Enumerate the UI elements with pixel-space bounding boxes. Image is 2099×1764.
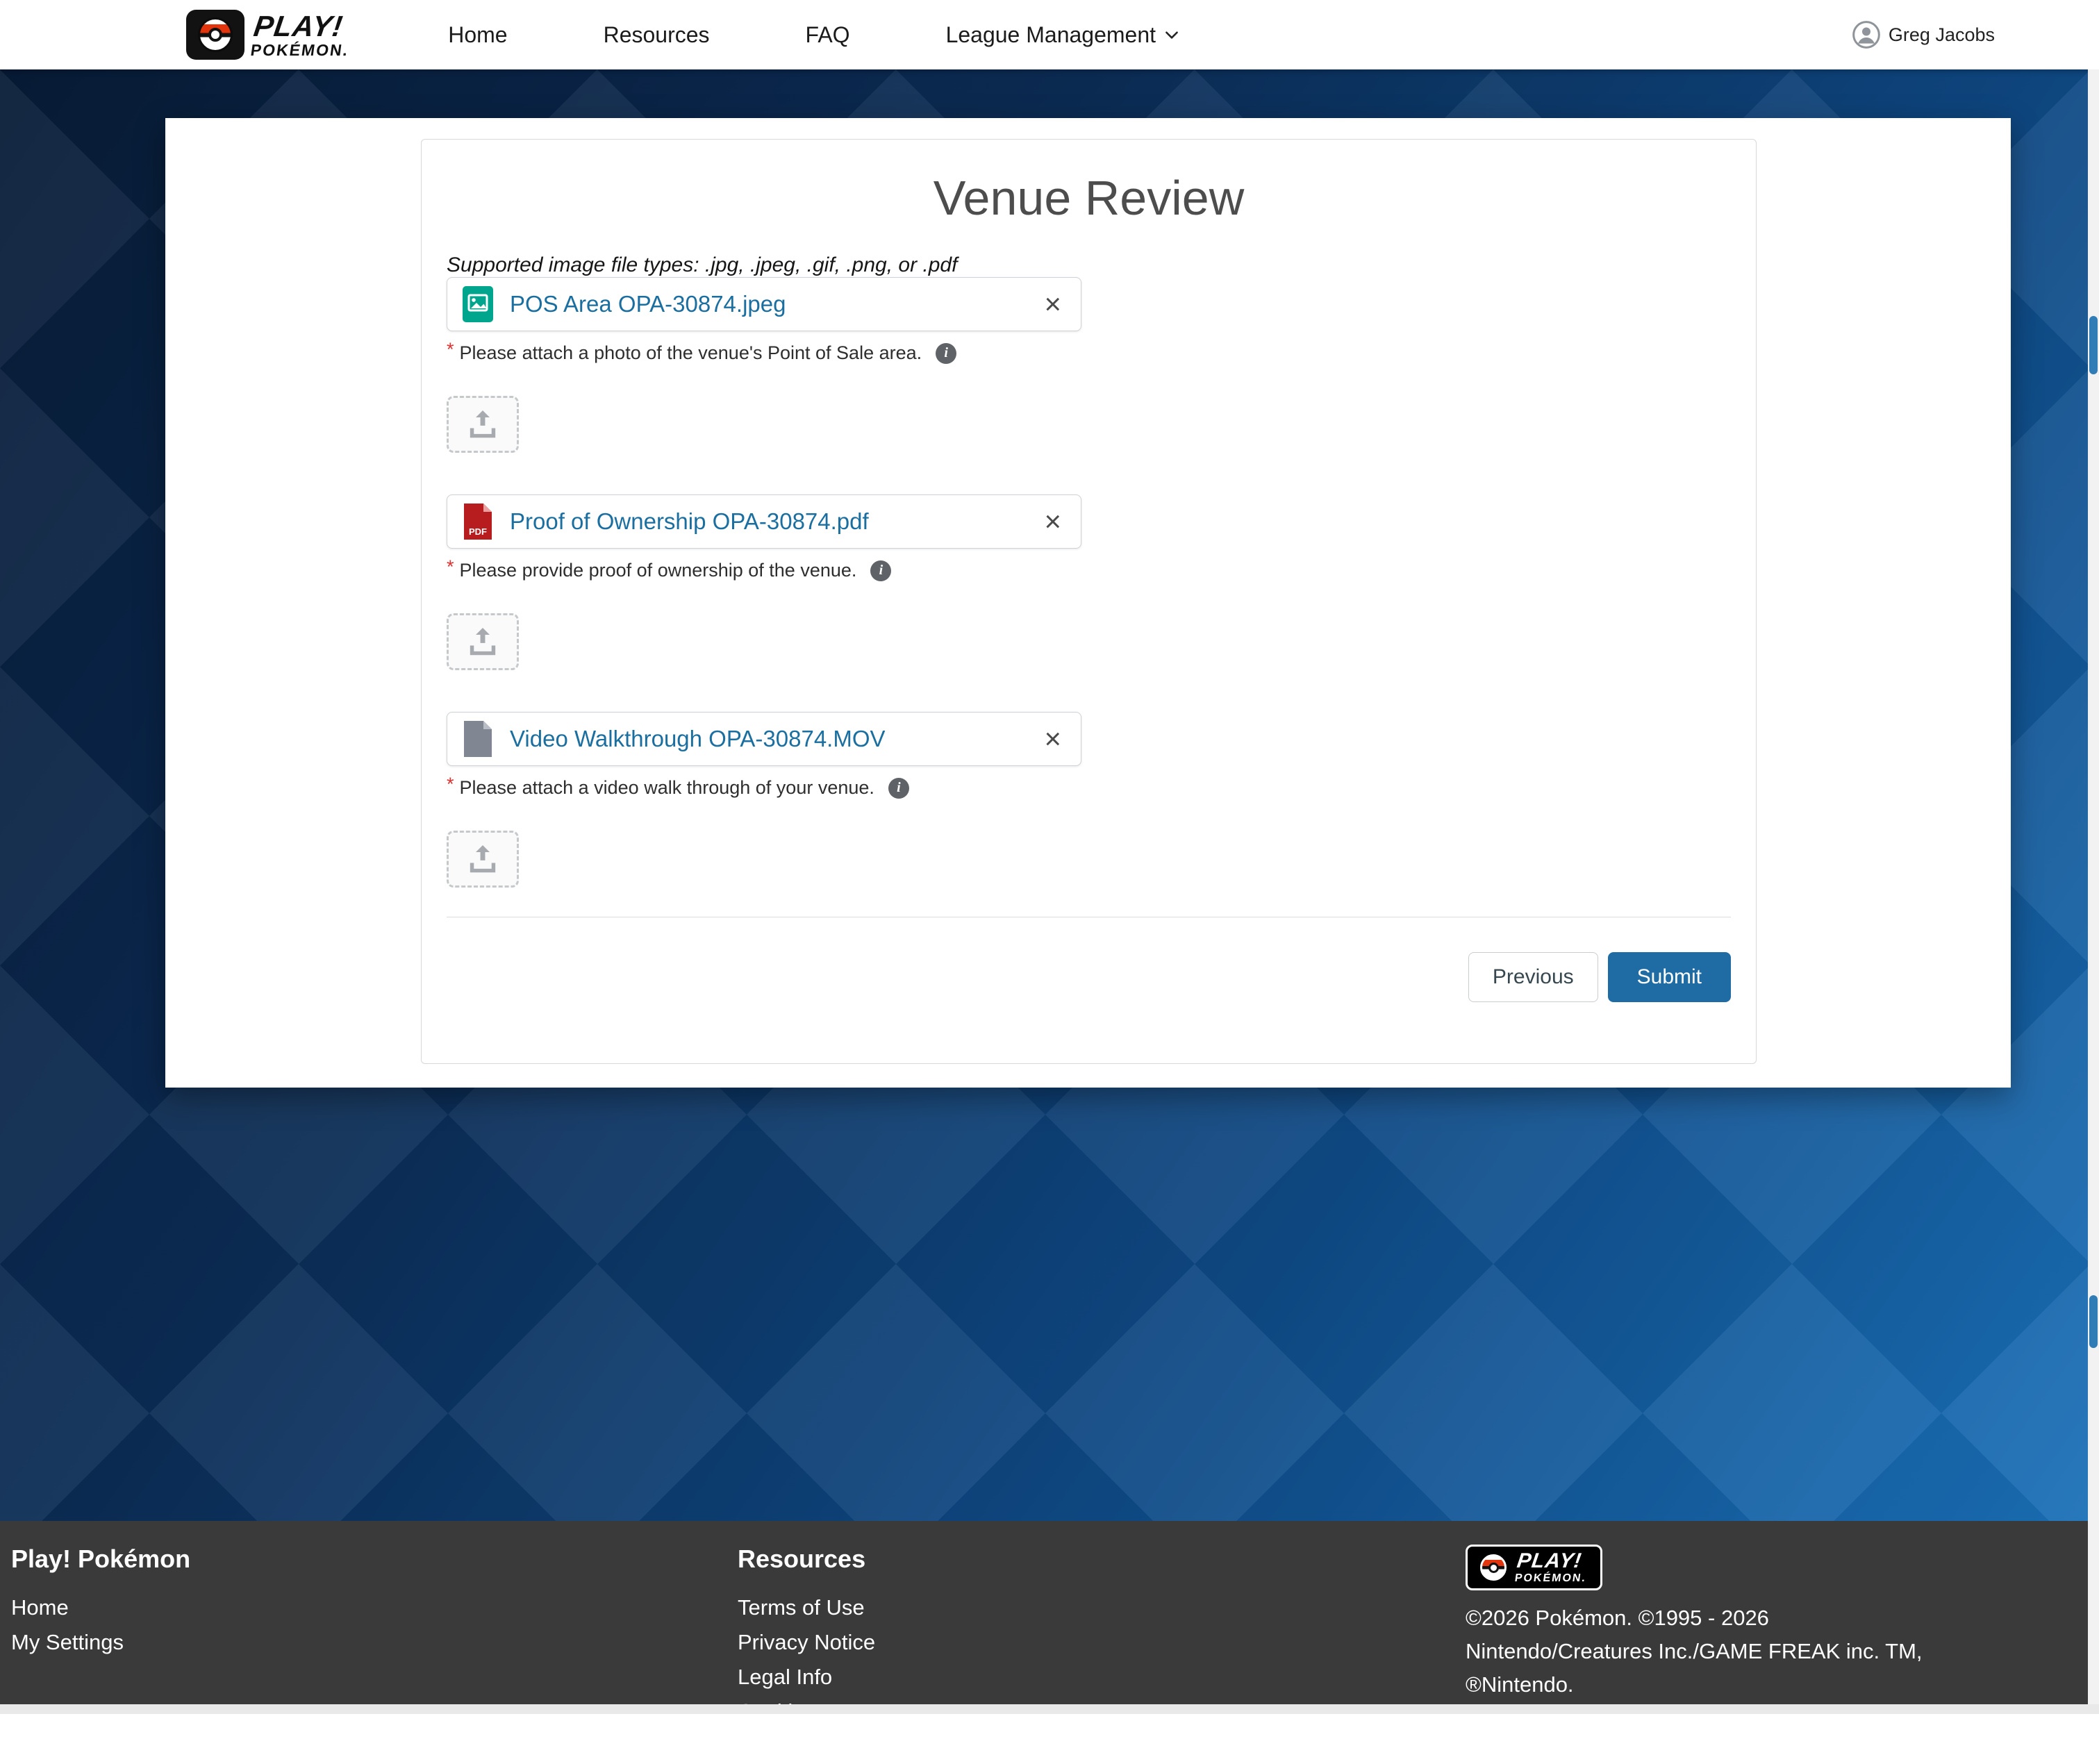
chevron-down-icon (1163, 26, 1181, 44)
upload-icon (467, 628, 498, 656)
svg-text:PDF: PDF (469, 526, 487, 537)
upload-dropzone[interactable] (447, 831, 519, 888)
info-icon[interactable]: i (870, 560, 891, 581)
footer-link-legal-info[interactable]: Legal Info (738, 1660, 1466, 1695)
remove-file-button[interactable]: × (1040, 724, 1065, 754)
user-name: Greg Jacobs (1889, 24, 1995, 46)
caption-row: * Please attach a video walk through of … (447, 777, 1731, 799)
copyright-text: ©2026 Pokémon. ©1995 - 2026 Nintendo/Cre… (1466, 1601, 2099, 1701)
upload-dropzone[interactable] (447, 396, 519, 453)
image-file-icon (463, 286, 493, 322)
file-link[interactable]: POS Area OPA-30874.jpeg (510, 291, 786, 317)
file-chip-proof-of-ownership: PDF Proof of Ownership OPA-30874.pdf × (447, 494, 1081, 549)
footer-link-terms-of-use[interactable]: Terms of Use (738, 1590, 1466, 1625)
footer-col1-title: Play! Pokémon (11, 1545, 738, 1574)
remove-file-button[interactable]: × (1040, 290, 1065, 319)
top-navbar: PLAY! POKÉMON. Home Resources FAQ League… (0, 0, 2099, 69)
supported-file-types-note: Supported image file types: .jpg, .jpeg,… (447, 253, 1731, 277)
footer-col-play-pokemon: Play! Pokémon Home My Settings (11, 1545, 738, 1704)
vertical-scrollbar-track[interactable] (2088, 69, 2099, 1704)
checkered-background: Venue Review Supported image file types:… (0, 69, 2099, 1521)
copyright-line-3: ®Nintendo. (1466, 1668, 2099, 1701)
page-title: Venue Review (447, 170, 1731, 226)
user-avatar-icon (1852, 21, 1880, 49)
upload-caption: Please attach a photo of the venue's Poi… (460, 342, 922, 364)
brand-pokemon-text: POKÉMON. (249, 42, 349, 58)
footer-play-pokemon-logo[interactable]: PLAY! POKÉMON. (1466, 1545, 1602, 1590)
upload-icon (467, 845, 498, 873)
form-actions: Previous Submit (447, 952, 1731, 1002)
file-link[interactable]: Video Walkthrough OPA-30874.MOV (510, 726, 886, 752)
upload-caption: Please provide proof of ownership of the… (460, 560, 857, 581)
footer-brand-pokemon-text: POKÉMON. (1514, 1573, 1587, 1584)
pokeball-logo-icon (186, 10, 244, 60)
footer-link-home[interactable]: Home (11, 1590, 738, 1625)
brand-play-text: PLAY! (252, 12, 354, 41)
footer-link-privacy-notice[interactable]: Privacy Notice (738, 1625, 1466, 1660)
primary-nav: Home Resources FAQ League Management (448, 22, 1181, 48)
nav-item-home[interactable]: Home (448, 22, 507, 48)
venue-review-card: Venue Review Supported image file types:… (421, 139, 1757, 1064)
play-pokemon-logo[interactable]: PLAY! POKÉMON. (186, 10, 351, 60)
nav-item-faq[interactable]: FAQ (806, 22, 850, 48)
scrollbar-thumb[interactable] (2089, 316, 2098, 374)
upload-group-pos-area: POS Area OPA-30874.jpeg × * Please attac… (447, 277, 1731, 453)
pdf-file-icon: PDF (463, 504, 493, 540)
file-chip-video-walkthrough: Video Walkthrough OPA-30874.MOV × (447, 712, 1081, 766)
pokeball-logo-icon (1480, 1554, 1507, 1581)
file-chip-pos-area: POS Area OPA-30874.jpeg × (447, 277, 1081, 331)
scrollbar-thumb[interactable] (2089, 1295, 2098, 1348)
nav-item-resources[interactable]: Resources (604, 22, 710, 48)
submit-button[interactable]: Submit (1608, 952, 1731, 1002)
brand-text: PLAY! POKÉMON. (249, 12, 354, 58)
file-link[interactable]: Proof of Ownership OPA-30874.pdf (510, 508, 869, 535)
upload-dropzone[interactable] (447, 613, 519, 670)
horizontal-scrollbar-track[interactable] (0, 1704, 2099, 1714)
copyright-line-2: Nintendo/Creatures Inc./GAME FREAK inc. … (1466, 1635, 2099, 1668)
required-asterisk: * (447, 774, 454, 795)
remove-file-button[interactable]: × (1040, 507, 1065, 536)
footer-link-contact-support[interactable]: Contact Support (738, 1729, 1466, 1764)
info-icon[interactable]: i (888, 778, 909, 799)
required-asterisk: * (447, 339, 454, 360)
nav-item-league-management-label: League Management (946, 22, 1156, 48)
page-footer: Play! Pokémon Home My Settings Resources… (0, 1521, 2099, 1704)
upload-icon (467, 410, 498, 438)
generic-file-icon (463, 721, 493, 757)
copyright-line-1: ©2026 Pokémon. ©1995 - 2026 (1466, 1601, 2099, 1635)
footer-col-resources: Resources Terms of Use Privacy Notice Le… (738, 1545, 1466, 1704)
footer-col-legal: PLAY! POKÉMON. ©2026 Pokémon. ©1995 - 20… (1466, 1545, 2099, 1704)
upload-group-proof-of-ownership: PDF Proof of Ownership OPA-30874.pdf × *… (447, 494, 1731, 670)
nav-item-league-management[interactable]: League Management (946, 22, 1181, 48)
upload-group-video-walkthrough: Video Walkthrough OPA-30874.MOV × * Plea… (447, 712, 1731, 888)
upload-caption: Please attach a video walk through of yo… (460, 777, 874, 799)
info-icon[interactable]: i (936, 343, 956, 364)
content-wrapper: Venue Review Supported image file types:… (165, 118, 2011, 1088)
caption-row: * Please provide proof of ownership of t… (447, 560, 1731, 581)
footer-brand-text: PLAY! POKÉMON. (1514, 1551, 1591, 1584)
footer-col2-title: Resources (738, 1545, 1466, 1574)
previous-button[interactable]: Previous (1468, 952, 1598, 1002)
caption-row: * Please attach a photo of the venue's P… (447, 342, 1731, 364)
required-asterisk: * (447, 556, 454, 578)
user-menu[interactable]: Greg Jacobs (1852, 21, 1995, 49)
footer-brand-play-text: PLAY! (1516, 1551, 1590, 1572)
footer-link-my-settings[interactable]: My Settings (11, 1625, 738, 1660)
